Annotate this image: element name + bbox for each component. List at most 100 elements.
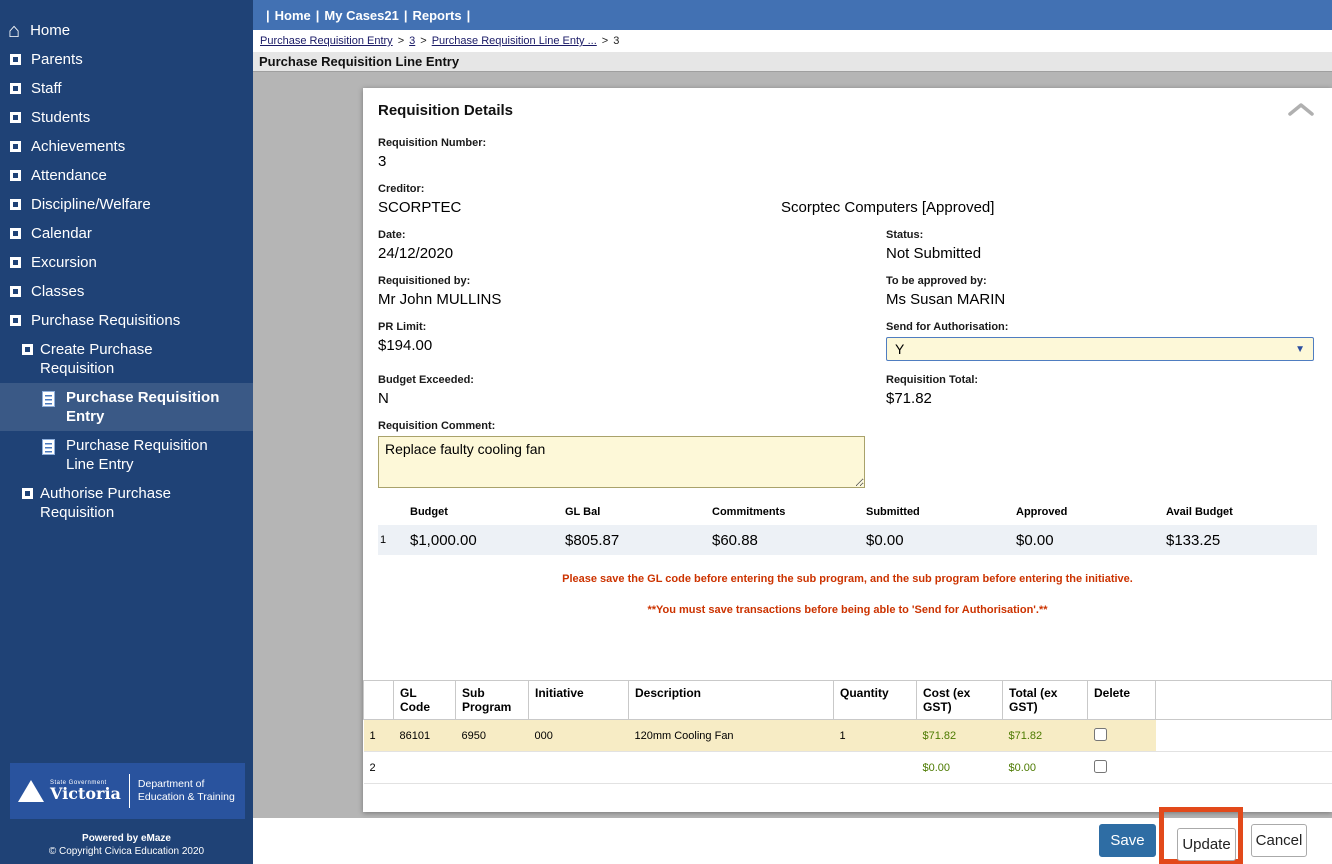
bullet-icon	[10, 199, 21, 210]
row-number: 1	[363, 719, 394, 752]
sidebar-item-purchase-requisition-entry[interactable]: Purchase Requisition Entry	[0, 383, 253, 431]
sidebar-item-label: Excursion	[31, 254, 97, 271]
approved-by-field: To be approved by: Ms Susan MARIN	[886, 275, 1317, 308]
gl-code-cell[interactable]	[393, 751, 456, 784]
sidebar-item-attendance[interactable]: Attendance	[0, 161, 253, 190]
bullet-icon	[10, 54, 21, 65]
initiative-cell[interactable]: 000	[528, 719, 629, 752]
logo-dept-line1: Department of	[137, 778, 205, 790]
sidebar-item-staff[interactable]: Staff	[0, 74, 253, 103]
description-cell[interactable]: 120mm Cooling Fan	[628, 719, 834, 752]
sidebar-item-classes[interactable]: Classes	[0, 277, 253, 306]
page-title: Purchase Requisition Line Entry	[253, 52, 1332, 72]
nav-separator: |	[315, 7, 320, 23]
powered-by-text: Powered by eMaze	[82, 833, 171, 844]
highlight-annotation-box: Update	[1159, 807, 1243, 864]
approved-by-value: Ms Susan MARIN	[886, 291, 1006, 308]
sidebar-item-purchase-requisition-line-entry[interactable]: Purchase Requisition Line Entry	[0, 431, 253, 479]
save-button[interactable]: Save	[1099, 824, 1156, 857]
budget-summary-row: 1 $1,000.00 $805.87 $60.88 $0.00 $0.00 $…	[378, 525, 1317, 555]
delete-checkbox[interactable]	[1093, 759, 1107, 773]
requisition-total-value: $71.82	[886, 390, 932, 407]
quantity-cell[interactable]: 1	[833, 719, 917, 752]
submitted-header: Submitted	[866, 506, 920, 518]
sidebar-item-authorise-purchase-requisition[interactable]: Authorise Purchase Requisition	[0, 479, 253, 527]
delete-checkbox[interactable]	[1093, 727, 1107, 741]
sidebar-item-label: Attendance	[31, 167, 107, 184]
sidebar-item-label: Discipline/Welfare	[31, 196, 151, 213]
breadcrumb-separator: >	[601, 35, 609, 47]
home-icon: ⌂	[8, 19, 21, 42]
sub-program-cell[interactable]	[455, 751, 529, 784]
requisition-comment-field: Requisition Comment: Replace faulty cool…	[378, 420, 1317, 493]
sidebar: ⌂ Home Parents Staff Students Achievemen…	[0, 0, 253, 864]
pr-limit-field: PR Limit: $194.00	[378, 321, 886, 361]
quantity-cell[interactable]	[833, 751, 917, 784]
sidebar-item-create-purchase-requisition[interactable]: Create Purchase Requisition	[0, 335, 253, 383]
breadcrumb-link-purchase-requisition-entry[interactable]: Purchase Requisition Entry	[260, 35, 393, 47]
sidebar-item-excursion[interactable]: Excursion	[0, 248, 253, 277]
breadcrumb: Purchase Requisition Entry > 3 > Purchas…	[253, 30, 1332, 52]
breadcrumb-link-3[interactable]: 3	[409, 35, 415, 47]
requisitioned-by-value: Mr John MULLINS	[378, 291, 502, 308]
budget-summary-header: Budget GL Bal Commitments Submitted Appr…	[378, 506, 1317, 525]
nav-reports[interactable]: Reports	[413, 8, 462, 23]
approved-header: Approved	[1016, 506, 1068, 518]
gl-bal-value: $805.87	[565, 531, 620, 549]
sidebar-item-label: Parents	[31, 51, 83, 68]
nav-separator: |	[466, 7, 471, 23]
sidebar-item-label: Achievements	[31, 138, 126, 155]
sidebar-item-discipline-welfare[interactable]: Discipline/Welfare	[0, 190, 253, 219]
requisitioned-by-field: Requisitioned by: Mr John MULLINS	[378, 275, 886, 308]
description-cell[interactable]	[628, 751, 834, 784]
creditor-label: Creditor:	[378, 183, 425, 195]
chevron-down-icon: ▼	[1295, 343, 1305, 355]
bullet-icon	[10, 170, 21, 181]
commitments-value: $60.88	[712, 531, 758, 549]
sidebar-item-label: Create Purchase Requisition	[40, 341, 153, 377]
sidebar-item-purchase-requisitions[interactable]: Purchase Requisitions	[0, 306, 253, 335]
breadcrumb-current: 3	[613, 35, 620, 47]
update-button[interactable]: Update	[1177, 828, 1236, 861]
breadcrumb-separator: >	[420, 35, 427, 47]
requisition-number-value: 3	[378, 153, 387, 170]
nav-home[interactable]: Home	[275, 8, 311, 23]
sidebar-item-label: Calendar	[31, 225, 92, 242]
sidebar-item-label: Purchase Requisition Entry	[66, 389, 220, 425]
victoria-logo-icon	[18, 780, 44, 802]
send-for-authorisation-select[interactable]: Y ▼	[886, 337, 1314, 361]
avail-budget-value: $133.25	[1166, 531, 1221, 549]
line-item-row: 1 86101 6950 000 120mm Cooling Fan 1 $71…	[363, 719, 1332, 752]
sidebar-footer: Powered by eMaze © Copyright Civica Educ…	[0, 832, 253, 858]
sidebar-item-parents[interactable]: Parents	[0, 45, 253, 74]
budget-exceeded-field: Budget Exceeded: N	[378, 374, 886, 407]
send-for-authorisation-value: Y	[895, 341, 905, 357]
status-label: Status:	[886, 229, 924, 241]
cancel-button[interactable]: Cancel	[1251, 824, 1307, 857]
sub-program-cell[interactable]: 6950	[455, 719, 529, 752]
sidebar-item-label: Purchase Requisitions	[31, 312, 181, 329]
delete-header: Delete	[1087, 680, 1156, 720]
logo-victoria: Victoria	[50, 784, 121, 803]
bottom-button-bar: Save Update Cancel	[253, 807, 1332, 864]
sidebar-item-students[interactable]: Students	[0, 103, 253, 132]
approved-by-label: To be approved by:	[886, 275, 987, 287]
sidebar-item-achievements[interactable]: Achievements	[0, 132, 253, 161]
sub-program-header: Sub Program	[455, 680, 529, 720]
bullet-icon	[22, 488, 33, 499]
date-value: 24/12/2020	[378, 245, 454, 262]
requisition-comment-textarea[interactable]: Replace faulty cooling fan	[378, 436, 865, 488]
cost-cell[interactable]: $71.82	[916, 719, 1003, 752]
requisition-number-label: Requisition Number:	[378, 137, 487, 149]
breadcrumb-link-line-entry[interactable]: Purchase Requisition Line Enty ...	[432, 35, 597, 47]
cost-cell[interactable]: $0.00	[916, 751, 1003, 784]
nav-my-cases21[interactable]: My Cases21	[324, 8, 398, 23]
sidebar-item-calendar[interactable]: Calendar	[0, 219, 253, 248]
bullet-icon	[10, 315, 21, 326]
total-cell: $71.82	[1002, 719, 1088, 752]
logo-divider	[128, 774, 130, 808]
gl-code-cell[interactable]: 86101	[393, 719, 456, 752]
budget-value: $1,000.00	[410, 531, 477, 549]
initiative-cell[interactable]	[528, 751, 629, 784]
sidebar-item-home[interactable]: ⌂ Home	[0, 16, 253, 45]
